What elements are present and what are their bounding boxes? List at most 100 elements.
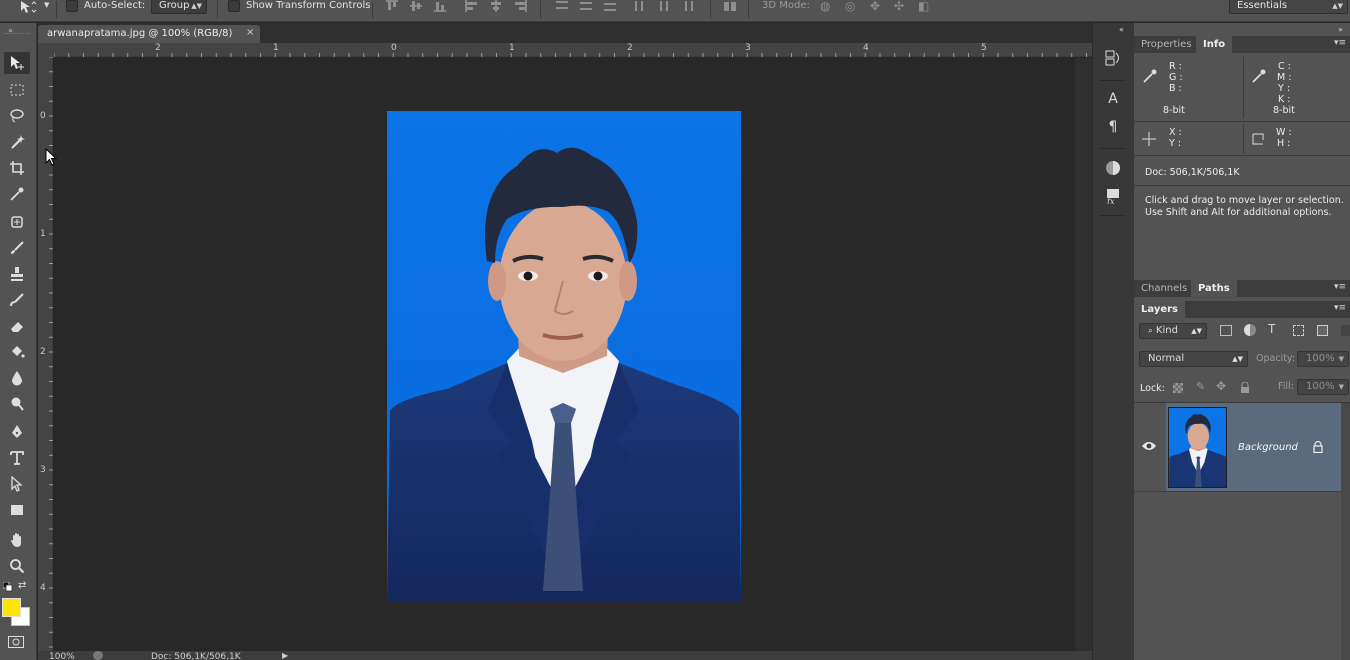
paint-bucket-tool[interactable] [4, 341, 30, 363]
dodge-tool[interactable] [4, 393, 30, 415]
panel-menu-icon[interactable]: ▾≡ [1334, 38, 1346, 48]
move-tool[interactable] [4, 52, 30, 74]
3d-slide-icon[interactable]: ✣ [894, 0, 904, 13]
swap-colors-icon[interactable]: ⇄ [18, 580, 26, 591]
distribute-bottom-icon[interactable] [603, 0, 617, 12]
opacity-input[interactable]: 100% ▼ [1297, 351, 1349, 367]
marquee-tool[interactable] [4, 79, 30, 101]
align-vcenter-icon[interactable] [409, 0, 423, 12]
auto-select-checkbox[interactable] [66, 0, 78, 12]
character-panel-icon[interactable]: A [1103, 89, 1123, 109]
3d-orbit-icon[interactable]: ◍ [820, 0, 830, 13]
dimensions-icon [1250, 131, 1266, 147]
filter-type-icon[interactable]: T [1268, 322, 1275, 336]
hruler-label: 0 [391, 43, 397, 53]
lasso-tool[interactable] [4, 105, 30, 127]
ruler-origin[interactable] [38, 43, 54, 57]
zoom-tool[interactable] [4, 555, 30, 577]
distribute-right-icon[interactable] [681, 0, 695, 12]
layers-scrollbar[interactable] [1341, 403, 1350, 660]
close-tab-icon[interactable]: × [246, 27, 254, 38]
eyedropper-readout-icon[interactable] [1142, 68, 1158, 84]
eyedropper-readout-icon[interactable] [1251, 68, 1267, 84]
filter-pixel-icon[interactable] [1220, 325, 1232, 336]
document-tab[interactable]: arwanapratama.jpg @ 100% (RGB/8) × [38, 25, 260, 43]
panel-menu-icon[interactable]: ▾≡ [1334, 303, 1346, 313]
distribute-hcenter-icon[interactable] [657, 0, 671, 12]
zoom-level[interactable]: 100% [49, 652, 75, 660]
align-right-icon[interactable] [513, 0, 527, 12]
distribute-top-icon[interactable] [555, 0, 569, 12]
document-image[interactable] [387, 111, 741, 601]
magic-wand-tool[interactable] [4, 131, 30, 153]
quick-mask-icon[interactable] [8, 636, 24, 648]
tool-preset-dropdown-icon[interactable]: ▼ [44, 1, 49, 9]
filter-shape-icon[interactable] [1293, 325, 1304, 336]
canvas-vertical-scrollbar[interactable] [1075, 58, 1092, 651]
vertical-ruler[interactable]: 0 1 2 3 4 [38, 57, 53, 651]
transform-controls-checkbox[interactable] [228, 0, 240, 12]
adjustments-panel-icon[interactable] [1103, 158, 1123, 178]
history-brush-tool[interactable] [4, 289, 30, 311]
tab-layers[interactable]: Layers [1134, 301, 1185, 318]
filter-adjustment-icon[interactable] [1244, 324, 1256, 336]
status-info-icon[interactable] [93, 651, 103, 660]
distribute-left-icon[interactable] [633, 0, 647, 12]
brush-tool[interactable] [4, 237, 30, 259]
filter-toggle[interactable] [1341, 325, 1350, 336]
horizontal-ruler[interactable]: 2 1 0 1 2 3 4 5 [54, 43, 1092, 57]
status-menu-arrow-icon[interactable]: ▶ [282, 651, 288, 660]
crop-tool[interactable] [4, 157, 30, 179]
auto-align-icon[interactable] [723, 0, 737, 12]
blend-mode-dropdown[interactable]: Normal ▲▼ [1139, 351, 1248, 367]
tab-paths[interactable]: Paths [1191, 280, 1237, 297]
healing-brush-tool[interactable] [4, 211, 30, 233]
lock-pixels-brush-icon[interactable]: ✎ [1196, 380, 1205, 393]
vruler-label: 4 [40, 583, 46, 593]
align-bottom-icon[interactable] [433, 0, 447, 12]
clone-stamp-tool[interactable] [4, 263, 30, 285]
hand-tool[interactable] [4, 529, 30, 551]
blur-tool[interactable] [4, 367, 30, 389]
path-selection-tool[interactable] [4, 473, 30, 495]
rectangle-tool[interactable] [4, 499, 30, 521]
vruler-label: 2 [40, 347, 46, 357]
layer-filter-dropdown[interactable]: ⌕ Kind ▲▼ [1139, 323, 1207, 339]
3d-camera-icon[interactable]: ◧ [918, 0, 929, 13]
auto-select-dropdown[interactable]: Group ▲▼ [151, 0, 207, 14]
default-colors-icon[interactable] [2, 581, 13, 592]
toolbar-grip[interactable] [4, 33, 30, 37]
distribute-vcenter-icon[interactable] [579, 0, 593, 12]
tab-info[interactable]: Info [1196, 36, 1233, 53]
fill-value: 100% [1306, 381, 1335, 392]
type-tool[interactable] [4, 447, 30, 469]
panel-menu-icon[interactable]: ▾≡ [1334, 282, 1346, 292]
foreground-color-swatch[interactable] [2, 598, 21, 617]
fill-input[interactable]: 100% ▼ [1297, 379, 1349, 395]
align-top-icon[interactable] [385, 0, 399, 12]
layer-name[interactable]: Background [1238, 442, 1298, 453]
3d-roll-icon[interactable]: ◎ [845, 0, 855, 13]
move-tool-preset-icon[interactable] [18, 0, 40, 14]
lock-transparent-icon[interactable] [1173, 383, 1183, 393]
tab-channels[interactable]: Channels [1134, 280, 1194, 297]
filter-smart-object-icon[interactable] [1317, 325, 1328, 336]
updown-icon: ▲▼ [1232, 355, 1243, 363]
collapse-right-panels-icon[interactable]: » [1338, 25, 1343, 34]
lock-all-icon[interactable] [1240, 381, 1250, 393]
history-panel-icon[interactable] [1103, 48, 1123, 68]
3d-pan-icon[interactable]: ✥ [870, 0, 880, 13]
paragraph-panel-icon[interactable]: ¶ [1103, 117, 1123, 137]
tab-properties[interactable]: Properties [1134, 36, 1199, 53]
workspace-dropdown[interactable]: Essentials ▲▼ [1229, 0, 1348, 14]
styles-panel-icon[interactable]: fx [1103, 186, 1123, 206]
align-left-icon[interactable] [465, 0, 479, 12]
pen-tool[interactable] [4, 421, 30, 443]
align-hcenter-icon[interactable] [489, 0, 503, 12]
info-y-coord-label: Y : [1169, 138, 1182, 149]
eyedropper-tool[interactable] [4, 183, 30, 205]
collapse-dock-icon[interactable]: « [1119, 25, 1124, 34]
lock-position-icon[interactable]: ✥ [1216, 379, 1226, 393]
eraser-tool[interactable] [4, 315, 30, 337]
eye-icon[interactable] [1141, 440, 1157, 452]
